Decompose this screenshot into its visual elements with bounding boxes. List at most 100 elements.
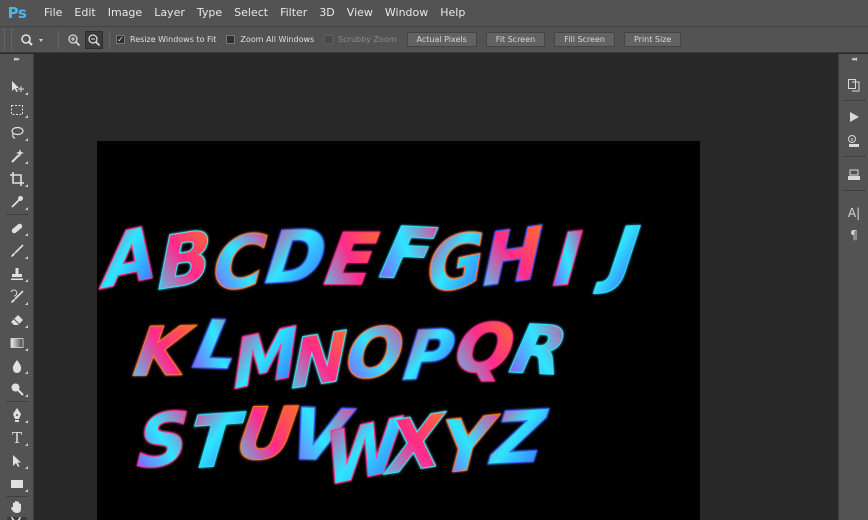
healing-brush-tool[interactable] xyxy=(7,219,28,237)
type-tool-icon: T xyxy=(11,429,22,447)
fit-screen-button[interactable]: Fit Screen xyxy=(485,32,546,47)
tools-panel: ▸▸ T xyxy=(0,54,34,520)
blur-tool[interactable] xyxy=(7,357,28,375)
marquee-tool[interactable] xyxy=(7,101,28,119)
zoom-all-windows-checkbox[interactable]: Zoom All Windows xyxy=(226,35,314,44)
letter-a: A xyxy=(97,211,158,306)
checkbox-unchecked-icon xyxy=(226,35,236,44)
letter-h: H xyxy=(482,212,543,303)
canvas-workspace[interactable]: ABCDEFGHIJ KLMNOPQR STUVWXYZ xyxy=(35,54,838,520)
letter-e: E xyxy=(320,219,382,300)
photoshop-window: Ps File Edit Image Layer Type Select Fil… xyxy=(0,0,868,520)
rectangle-icon xyxy=(11,480,23,488)
character-panel-button[interactable]: A| xyxy=(845,204,863,222)
letter-x: X xyxy=(384,399,446,491)
zoom-out-button[interactable] xyxy=(85,30,103,49)
layer-comps-icon xyxy=(848,169,860,180)
menu-view[interactable]: View xyxy=(341,0,379,26)
move-tool[interactable] xyxy=(7,78,28,96)
history-brush-icon xyxy=(10,289,24,303)
eyedropper-icon xyxy=(11,196,23,208)
pen-icon xyxy=(13,408,21,422)
dodge-tool[interactable] xyxy=(7,380,28,398)
panel-separator xyxy=(843,156,865,157)
menu-layer[interactable]: Layer xyxy=(148,0,191,26)
letter-j: J xyxy=(594,213,643,296)
history-icon xyxy=(848,79,860,92)
menu-file[interactable]: File xyxy=(38,0,68,26)
path-selection-icon xyxy=(13,455,21,467)
print-size-button[interactable]: Print Size xyxy=(623,32,682,47)
actual-pixels-button[interactable]: Actual Pixels xyxy=(406,32,477,47)
path-selection-tool[interactable] xyxy=(7,452,28,470)
letter-row-1: A B CDEFGH I J xyxy=(97,210,644,311)
menu-type[interactable]: Type xyxy=(191,0,228,26)
right-panel-dock: ◂◂ A| ¶ xyxy=(838,54,868,520)
document-canvas[interactable]: ABCDEFGHIJ KLMNOPQR STUVWXYZ xyxy=(97,141,700,520)
quick-selection-tool[interactable] xyxy=(7,147,28,165)
options-bar-grip[interactable] xyxy=(4,28,12,51)
checkbox-checked-icon: ✓ xyxy=(116,34,125,44)
options-bar: ✓ Resize Windows to Fit Zoom All Windows… xyxy=(0,26,868,53)
zoom-tool-icon xyxy=(21,33,43,46)
lasso-tool[interactable] xyxy=(7,124,28,142)
dodge-icon xyxy=(11,383,24,396)
magic-wand-icon xyxy=(11,149,24,163)
pen-tool[interactable] xyxy=(7,406,28,424)
gradient-tool[interactable] xyxy=(7,334,28,352)
zoom-out-icon xyxy=(88,33,101,46)
hand-tool[interactable] xyxy=(7,498,27,516)
eraser-icon xyxy=(11,315,23,325)
crop-tool-icon xyxy=(10,172,24,186)
collapse-panel-icon[interactable]: ▸▸ xyxy=(0,54,33,64)
collapse-right-panel-icon[interactable]: ◂◂ xyxy=(839,54,868,64)
gradient-icon xyxy=(10,338,24,348)
move-tool-icon xyxy=(12,81,24,92)
bandage-icon xyxy=(11,223,23,234)
history-brush-tool[interactable] xyxy=(7,288,28,306)
lasso-tool-icon xyxy=(11,126,24,140)
crop-tool[interactable] xyxy=(7,170,28,188)
menu-filter[interactable]: Filter xyxy=(274,0,313,26)
brush-icon xyxy=(11,244,24,257)
info-panel-button[interactable] xyxy=(845,132,863,150)
paragraph-panel-button[interactable]: ¶ xyxy=(845,226,863,244)
paragraph-icon: ¶ xyxy=(850,228,858,242)
type-tool[interactable]: T xyxy=(7,429,28,447)
menu-3d[interactable]: 3D xyxy=(313,0,340,26)
eyedropper-tool[interactable] xyxy=(7,193,28,211)
menu-image[interactable]: Image xyxy=(102,0,148,26)
tool-preset-picker[interactable] xyxy=(12,33,52,47)
layer-comps-panel-button[interactable] xyxy=(845,166,863,184)
tool-separator xyxy=(6,401,28,402)
actions-panel-button[interactable] xyxy=(845,108,863,126)
tool-separator xyxy=(6,496,28,497)
marquee-tool-icon xyxy=(11,105,23,115)
letter-m: M xyxy=(232,312,299,404)
zoom-all-windows-label: Zoom All Windows xyxy=(240,35,315,44)
clone-stamp-tool[interactable] xyxy=(7,265,28,283)
menu-select[interactable]: Select xyxy=(228,0,274,26)
panel-separator xyxy=(843,190,865,191)
fill-screen-button[interactable]: Fill Screen xyxy=(554,32,615,47)
hand-icon xyxy=(11,501,21,513)
rectangle-tool[interactable] xyxy=(7,475,28,493)
eraser-tool[interactable] xyxy=(7,311,28,329)
menu-help[interactable]: Help xyxy=(434,0,471,26)
separator xyxy=(109,30,110,49)
letter-o: O xyxy=(344,311,405,395)
menu-edit[interactable]: Edit xyxy=(68,0,101,26)
photoshop-logo: Ps xyxy=(7,4,27,22)
resize-windows-checkbox[interactable]: ✓ Resize Windows to Fit xyxy=(116,35,216,44)
history-panel-button[interactable] xyxy=(845,76,863,94)
zoom-in-icon xyxy=(68,33,81,46)
letter-p: P xyxy=(400,315,458,396)
letter-g: G xyxy=(427,217,485,311)
brush-lettering-artwork: A B CDEFGH I J KLMNOPQR STUVWXYZ xyxy=(97,210,644,503)
scrubby-zoom-checkbox[interactable]: Scrubby Zoom xyxy=(324,35,397,44)
letter-row-3: STUVWXYZ xyxy=(135,392,552,503)
info-icon xyxy=(848,135,859,147)
menu-window[interactable]: Window xyxy=(379,0,434,26)
zoom-in-button[interactable] xyxy=(65,31,83,49)
brush-tool[interactable] xyxy=(7,242,28,260)
